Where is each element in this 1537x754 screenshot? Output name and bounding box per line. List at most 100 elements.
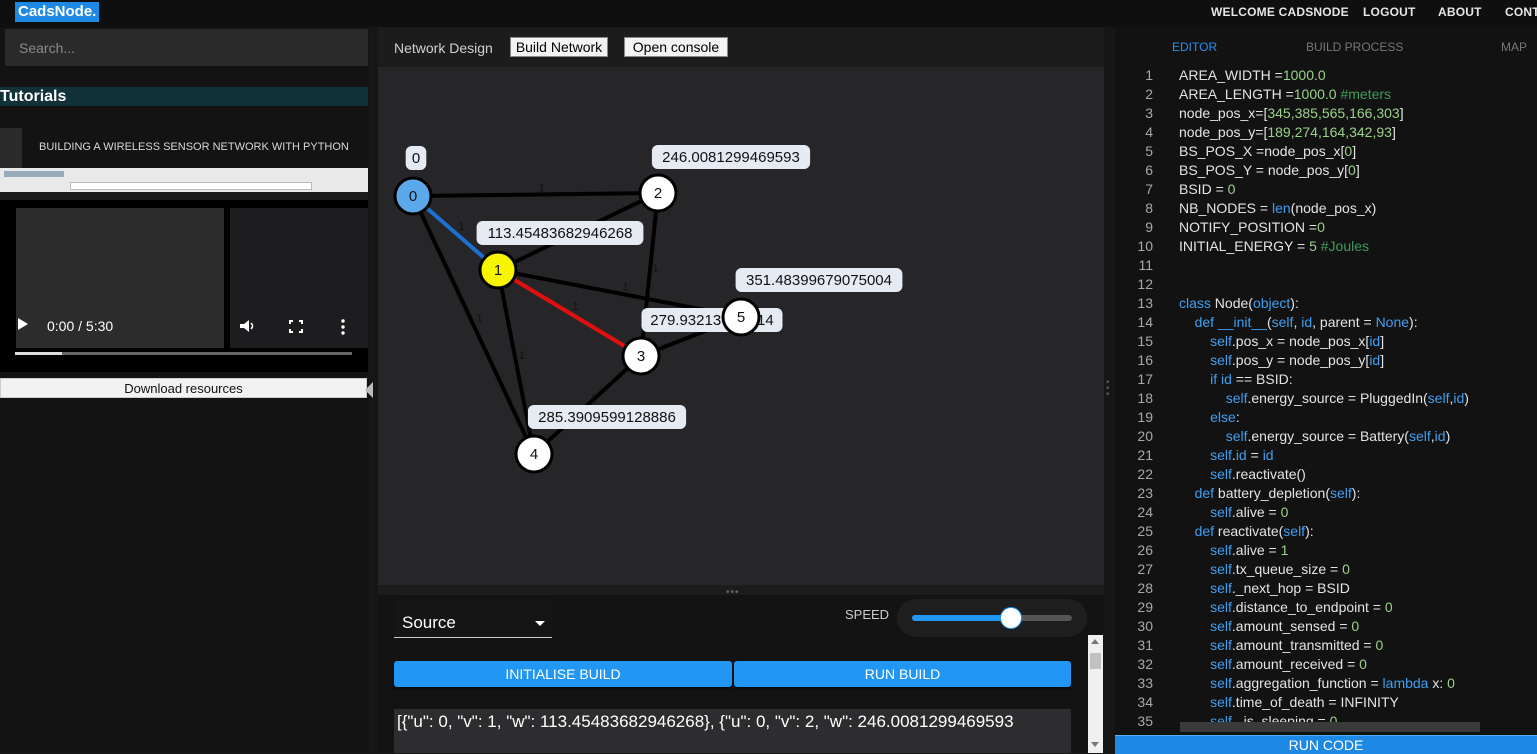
code-line[interactable]: self.pos_y = node_pos_y[id]: [1179, 352, 1384, 368]
node-distance-label: 285.3909599128886: [538, 409, 676, 426]
line-number: 8: [1145, 200, 1153, 216]
code-line[interactable]: BS_POS_X =node_pos_x[0]: [1179, 143, 1356, 159]
play-icon[interactable]: [18, 318, 28, 330]
nav-welcome[interactable]: WELCOME CADSNODE: [1211, 0, 1349, 27]
dropdown-arrow-icon[interactable]: [535, 621, 545, 626]
code-line[interactable]: self.energy_source = PluggedIn(self,id): [1179, 390, 1469, 406]
more-options-icon[interactable]: [340, 319, 346, 335]
code-line[interactable]: class Node(object):: [1179, 295, 1299, 311]
build-network-button[interactable]: Build Network: [510, 37, 608, 57]
speed-slider-track[interactable]: [912, 615, 1072, 621]
node-id-label: 3: [637, 348, 645, 365]
code-token: self: [1210, 466, 1232, 482]
network-graph[interactable]: 1111111111279.93213….6414001113.45483682…: [378, 67, 1104, 585]
code-line[interactable]: self.reactivate(): [1179, 466, 1306, 482]
code-token: .aggregation_function =: [1231, 675, 1383, 691]
editor-hscrollbar[interactable]: [1180, 722, 1480, 732]
splitter-handle-icon[interactable]: • • •: [1106, 378, 1110, 400]
initialise-build-button[interactable]: INITIALISE BUILD: [394, 661, 732, 687]
code-token: self: [1225, 428, 1248, 444]
code-line[interactable]: self.tx_queue_size = 0: [1179, 561, 1350, 577]
scroll-thumb[interactable]: [1090, 653, 1101, 669]
code-token: .amount_received =: [1231, 656, 1360, 672]
code-token: ]: [1352, 143, 1357, 159]
code-line[interactable]: NB_NODES = len(node_pos_x): [1179, 200, 1376, 216]
code-line[interactable]: self.pos_x = node_pos_x[id]: [1179, 333, 1384, 349]
code-line[interactable]: self.alive = 1: [1179, 542, 1288, 558]
code-token: ]: [1380, 352, 1385, 368]
code-token: BS_POS_X =node_pos_x[: [1179, 143, 1345, 159]
edge-weight-label: 1: [591, 393, 597, 405]
code-line[interactable]: BSID = 0: [1179, 181, 1235, 197]
code-line[interactable]: node_pos_y=[189,274,164,342,93]: [1179, 124, 1396, 140]
code-token: 0: [1384, 599, 1393, 615]
run-code-button[interactable]: RUN CODE: [1115, 735, 1537, 754]
nav-about[interactable]: ABOUT: [1438, 0, 1482, 27]
code-token: self: [1283, 523, 1306, 539]
code-token: ):: [1290, 295, 1299, 311]
code-line[interactable]: AREA_LENGTH =1000.0 #meters: [1179, 86, 1391, 102]
graph-edge[interactable]: [496, 269, 536, 455]
code-token: def: [1194, 485, 1218, 501]
code-line[interactable]: self.time_of_death = INFINITY: [1179, 694, 1399, 710]
code-token: .energy_source = Battery(: [1247, 428, 1409, 444]
code-line[interactable]: NOTIFY_POSITION =0: [1179, 219, 1325, 235]
network-canvas[interactable]: 1111111111279.93213….6414001113.45483682…: [378, 67, 1104, 585]
scroll-down-icon[interactable]: [1091, 742, 1099, 747]
code-line[interactable]: self.id = id: [1179, 447, 1273, 463]
output-scrollbar[interactable]: [1088, 635, 1103, 753]
code-line[interactable]: self._next_hop = BSID: [1179, 580, 1350, 596]
code-line[interactable]: def __init__(self, id, parent = None):: [1179, 314, 1418, 330]
nav-logout[interactable]: LOGOUT: [1363, 0, 1416, 27]
tab-build-process[interactable]: BUILD PROCESS: [1306, 40, 1403, 54]
node-id-label: 4: [530, 446, 538, 463]
video-app-toolbar: [0, 192, 368, 200]
line-number: 26: [1137, 542, 1153, 558]
code-line[interactable]: node_pos_x=[345,385,565,166,303]: [1179, 105, 1404, 121]
code-token: 189,274,164,342,93: [1267, 124, 1392, 140]
node-distance-label: 246.0081299469593: [662, 149, 800, 166]
node-id-label: 2: [654, 185, 662, 202]
node-distance-label: 351.48399679075004: [746, 272, 892, 289]
tab-editor[interactable]: EDITOR: [1172, 40, 1217, 54]
code-line[interactable]: def reactivate(self):: [1179, 523, 1314, 539]
code-line[interactable]: self.amount_received = 0: [1179, 656, 1367, 672]
download-resources-button[interactable]: Download resources: [0, 378, 367, 398]
code-line[interactable]: def battery_depletion(self):: [1179, 485, 1361, 501]
run-build-button[interactable]: RUN BUILD: [734, 661, 1071, 687]
code-token: self: [1210, 694, 1232, 710]
line-number: 11: [1138, 257, 1153, 273]
code-token: :: [1235, 409, 1240, 425]
code-line[interactable]: BS_POS_Y = node_pos_y[0]: [1179, 162, 1360, 178]
collapse-handle-icon[interactable]: [365, 382, 373, 398]
tutorial-title[interactable]: BUILDING A WIRELESS SENSOR NETWORK WITH …: [39, 141, 349, 153]
fullscreen-icon[interactable]: [289, 320, 303, 333]
nav-contact[interactable]: CONT: [1505, 0, 1537, 27]
code-line[interactable]: self.distance_to_endpoint = 0: [1179, 599, 1393, 615]
volume-icon[interactable]: [239, 319, 257, 333]
code-line[interactable]: self.alive = 0: [1179, 504, 1288, 520]
speed-label: SPEED: [845, 607, 890, 622]
open-console-button[interactable]: Open console: [624, 37, 728, 57]
scroll-up-icon[interactable]: [1091, 639, 1099, 644]
code-line[interactable]: self.aggregation_function = lambda x: 0: [1179, 675, 1455, 691]
code-line[interactable]: self.amount_sensed = 0: [1179, 618, 1359, 634]
code-line[interactable]: AREA_WIDTH =1000.0: [1179, 67, 1326, 83]
video-player[interactable]: 0:00 / 5:30: [0, 168, 368, 372]
code-line[interactable]: if id == BSID:: [1179, 371, 1293, 387]
code-line[interactable]: else:: [1179, 409, 1240, 425]
tab-map[interactable]: MAP: [1501, 40, 1527, 54]
app-logo[interactable]: CadsNode.: [15, 2, 100, 22]
code-token: self: [1210, 580, 1232, 596]
search-input[interactable]: [5, 29, 368, 66]
graph-edge[interactable]: [412, 191, 659, 198]
code-line[interactable]: self.amount_transmitted = 0: [1179, 637, 1383, 653]
code-token: __init__: [1217, 314, 1267, 330]
code-line[interactable]: INITIAL_ENERGY = 5 #Joules: [1179, 238, 1369, 254]
code-token: self: [1225, 390, 1248, 406]
video-progress-track[interactable]: [15, 352, 352, 355]
code-line[interactable]: self.energy_source = Battery(self,id): [1179, 428, 1451, 444]
